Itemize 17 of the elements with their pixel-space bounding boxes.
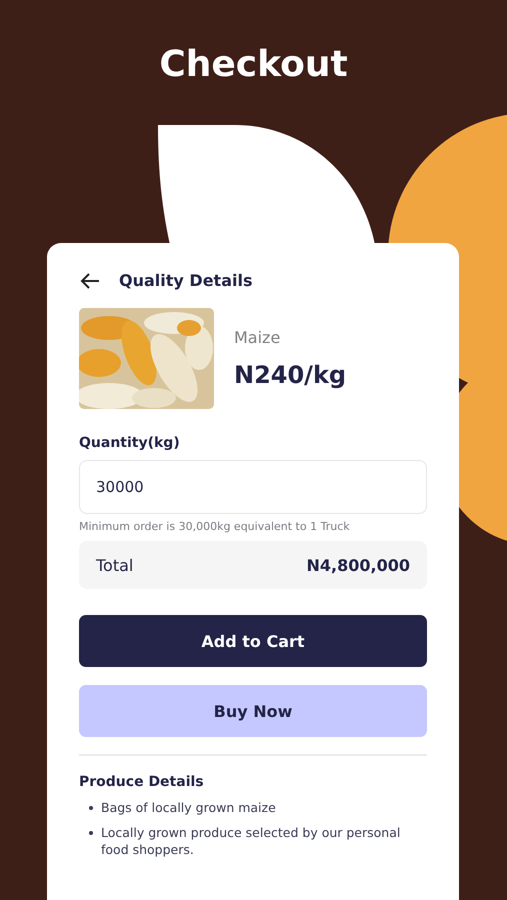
bullet-icon	[89, 806, 93, 810]
detail-item: Locally grown produce selected by our personal food shoppers.	[101, 824, 402, 858]
quantity-label: Quantity(kg)	[79, 435, 181, 451]
total-value: N4,800,000	[306, 556, 410, 574]
page-title: Checkout	[158, 43, 349, 87]
total-label: Total	[96, 556, 134, 574]
quantity-field[interactable]: 30000	[79, 460, 427, 514]
detail-item: Bags of locally grown maize	[101, 799, 276, 816]
bullet-icon	[89, 831, 93, 835]
hint-text: Minimum order is 30,000kg equivalent to 1 Truck	[79, 520, 351, 533]
back-arrow-icon[interactable]	[79, 272, 101, 290]
details-title: Produce Details	[79, 774, 205, 790]
section-title: Quality Details	[119, 271, 252, 290]
add-to-cart-button[interactable]: Add to Cart	[79, 615, 427, 667]
product-price: N240/kg	[234, 361, 346, 389]
product-name: Maize	[234, 328, 282, 347]
buy-now-button[interactable]: Buy Now	[79, 685, 427, 737]
